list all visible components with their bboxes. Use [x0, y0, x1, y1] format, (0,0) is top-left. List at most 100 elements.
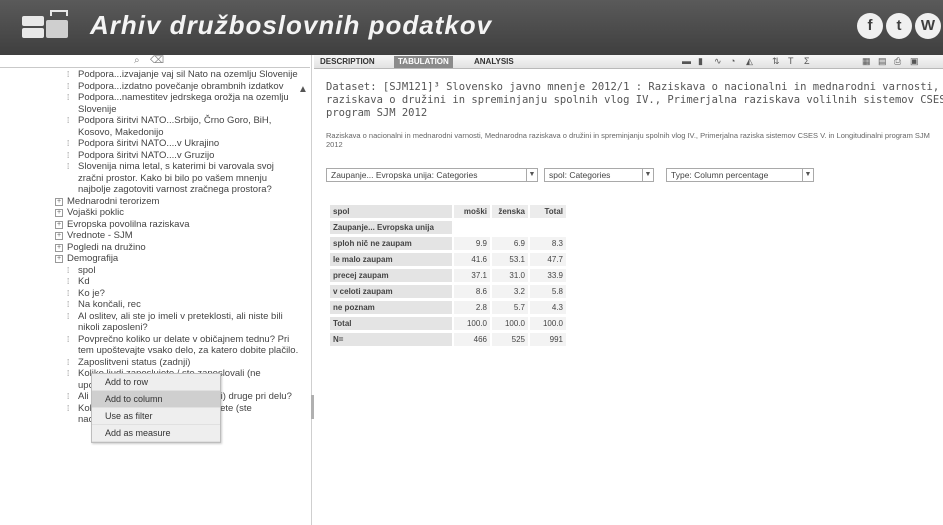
tree-variable-item[interactable]: ⁞ Podpora širitvi NATO....v Ukrajino — [0, 138, 300, 150]
variable-icon: ⁞ — [67, 93, 70, 102]
row-label: N= — [330, 333, 452, 346]
variable-icon: ⁞ — [67, 70, 70, 79]
variable-icon: ⁞ — [67, 162, 70, 171]
tree-group-item[interactable]: + Evropska povolilna raziskava — [0, 219, 300, 231]
column-variable-value: spol: Categories — [549, 170, 611, 180]
variable-icon: ⁞ — [67, 288, 70, 298]
variable-icon: ⁞ — [67, 139, 70, 148]
bar-chart-icon[interactable]: ▬ — [682, 56, 691, 66]
table-row-variable-row: Zaupanje... Evropska unija — [330, 221, 566, 234]
clear-search-icon[interactable]: ⌫ — [150, 55, 164, 66]
column-variable-select[interactable]: spol: Categories ▼ — [544, 168, 654, 182]
variable-icon: ⁞ — [67, 392, 70, 401]
column-variable-label: spol — [330, 205, 452, 218]
dataset-title-line: raziskava o družini in spreminjanju spol… — [326, 94, 943, 106]
add-to-row-menu-item[interactable]: Add to row — [92, 374, 220, 391]
tree-item-label: Vrednote - SJM — [67, 230, 133, 241]
variable-icon: ⁞ — [67, 265, 70, 275]
tree-variable-item[interactable]: ⁞ Al oslitev, ali ste jo imeli v preteklo… — [0, 311, 300, 334]
add-as-measure-menu-item[interactable]: Add as measure — [92, 425, 220, 442]
twitter-icon[interactable]: t — [886, 13, 912, 39]
tab-tabulation[interactable]: TABULATION — [394, 56, 453, 68]
sum-icon[interactable]: Σ — [804, 56, 810, 66]
value-cell: 47.7 — [530, 253, 566, 266]
tree-item-label: spol — [78, 264, 96, 276]
value-cell: 100.0 — [492, 317, 528, 330]
tree-variable-item[interactable]: ⁞ Ko je? — [0, 288, 300, 300]
row-variable-label: Zaupanje... Evropska unija — [330, 221, 452, 234]
print-icon[interactable]: ⎙ — [894, 56, 901, 67]
crosstab-table: spol moški ženska Total Zaupanje... Evropska… — [328, 202, 568, 349]
expand-icon[interactable]: + — [55, 220, 63, 229]
tab-description[interactable]: DESCRIPTION — [316, 56, 379, 68]
export-csv-icon[interactable]: ▤ — [878, 56, 887, 67]
expand-icon[interactable]: + — [55, 232, 63, 240]
variable-icon: ⁞ — [67, 403, 70, 413]
tree-group-item[interactable]: + Demografija — [0, 253, 300, 265]
expand-icon[interactable]: + — [55, 255, 63, 263]
value-cell: 37.1 — [454, 269, 490, 282]
text-icon[interactable]: T — [788, 56, 794, 66]
value-cell: 100.0 — [530, 317, 566, 330]
column-header: Total — [530, 205, 566, 218]
wordpress-icon[interactable]: W — [915, 13, 941, 39]
expand-icon[interactable]: + — [55, 209, 63, 217]
chevron-down-icon[interactable]: ▼ — [642, 169, 653, 181]
value-cell: 100.0 — [454, 317, 490, 330]
tree-group-item[interactable]: + Mednarodni terorizem — [0, 196, 300, 208]
dataset-title-line: program SJM 2012 — [326, 107, 428, 119]
expand-icon[interactable]: + — [55, 197, 63, 206]
tree-variable-item[interactable]: ⁞ Podpora...izvajanje vaj sil Nato na oze… — [0, 69, 300, 81]
tree-variable-item[interactable]: ⁞ Podpora širitvi NATO...Srbijo, Črno Gor… — [0, 115, 300, 138]
tree-variable-item[interactable]: ⁞ Zaposlitveni status (zadnji) — [0, 357, 300, 369]
expand-icon[interactable]: + — [55, 243, 63, 252]
area-chart-icon[interactable]: ◭ — [746, 56, 753, 67]
table-row: sploh nič ne zaupam 9.9 6.9 8.3 — [330, 237, 566, 250]
dataset-title: Dataset: [SJM121]³ Slovensko javno mnenj… — [326, 81, 943, 120]
export-excel-icon[interactable]: ▦ — [862, 56, 871, 67]
save-icon[interactable]: ▣ — [910, 56, 919, 67]
pie-chart-icon[interactable]: ◔ — [730, 56, 735, 66]
row-label: sploh nič ne zaupam — [330, 237, 452, 250]
tree-variable-item[interactable]: ⁞ Kd — [0, 276, 300, 288]
empty-cell — [454, 221, 490, 234]
tree-item-label: Mednarodni terorizem — [67, 195, 160, 207]
table-row: N= 466 525 991 — [330, 333, 566, 346]
variable-search-bar: ⌕ ⌫ — [0, 55, 310, 68]
search-icon[interactable]: ⌕ — [134, 55, 140, 66]
variable-icon: ⁞ — [67, 300, 70, 309]
tree-item-label: Podpora...izvajanje vaj sil Nato na ozem… — [78, 69, 298, 80]
row-variable-select[interactable]: Zaupanje... Evropska unija: Categories ▼ — [326, 168, 538, 182]
value-cell: 8.6 — [454, 285, 490, 298]
sort-icon[interactable]: ⇅ — [772, 56, 780, 67]
tree-variable-item[interactable]: ⁞ Povprečno koliko ur delate v običajnem … — [0, 334, 300, 357]
tree-variable-item[interactable]: ⁞ Podpora širitvi NATO....v Gruzijo — [0, 150, 300, 162]
tree-group-item[interactable]: + Vojaški poklic — [0, 207, 300, 219]
chevron-down-icon[interactable]: ▼ — [526, 169, 537, 181]
column-header: ženska — [492, 205, 528, 218]
tree-variable-item[interactable]: ⁞ Na končali, rec — [0, 299, 300, 311]
variable-search-input[interactable] — [4, 56, 124, 66]
value-cell: 6.9 — [492, 237, 528, 250]
use-as-filter-menu-item[interactable]: Use as filter — [92, 408, 220, 425]
table-type-select[interactable]: Type: Column percentage ▼ — [666, 168, 814, 182]
tab-analysis[interactable]: ANALYSIS — [470, 56, 518, 68]
tree-variable-item[interactable]: ⁞ Podpora...namestitev jedrskega orožja n… — [0, 92, 300, 115]
archive-logo-icon[interactable] — [22, 10, 72, 46]
tree-group-item[interactable]: + Vrednote - SJM — [0, 230, 300, 242]
table-row: ne poznam 2.8 5.7 4.3 — [330, 301, 566, 314]
row-label: precej zaupam — [330, 269, 452, 282]
tree-group-item[interactable]: + Pogledi na družino — [0, 242, 300, 254]
tree-variable-item[interactable]: ⁞ Podpora...izdatno povečanje obrambnih i… — [0, 81, 300, 93]
tree-variable-item[interactable]: ⁞ Slovenija nima letal, s katerimi bi var… — [0, 161, 300, 196]
line-chart-icon[interactable]: ∿ — [714, 56, 722, 67]
facebook-icon[interactable]: f — [857, 13, 883, 39]
column-chart-icon[interactable]: ▮ — [698, 56, 703, 67]
variable-icon: ⁞ — [67, 150, 70, 160]
context-menu: Add to row Add to column Use as filter A… — [91, 373, 221, 443]
variable-icon: ⁞ — [67, 277, 70, 286]
app-header: Arhiv družboslovnih podatkov f t W — [0, 0, 943, 55]
tree-variable-item[interactable]: ⁞ spol — [0, 265, 300, 277]
chevron-down-icon[interactable]: ▼ — [802, 169, 813, 181]
add-to-column-menu-item[interactable]: Add to column — [92, 391, 220, 408]
